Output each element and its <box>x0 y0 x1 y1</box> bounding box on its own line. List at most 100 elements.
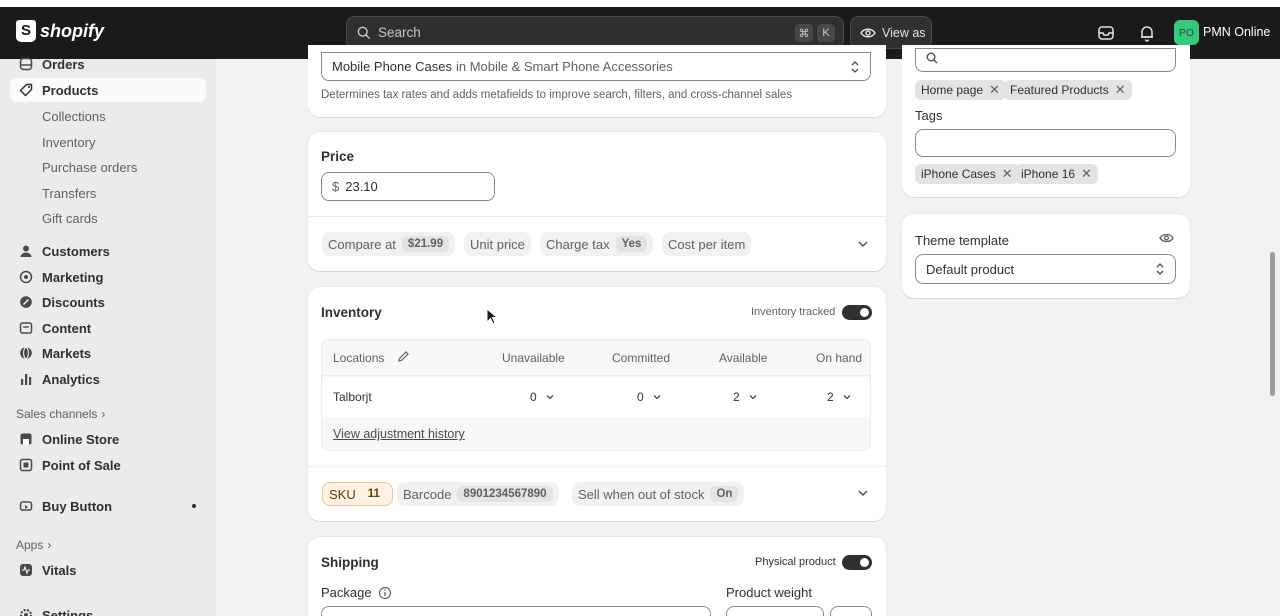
product-weight-label: Product weight <box>726 585 812 600</box>
view-adjustment-history-link[interactable]: View adjustment history <box>333 427 465 441</box>
price-card: Price $ 23.10 Compare at $21.99 Unit pri… <box>308 132 886 271</box>
sidebar-item-discounts[interactable]: Discounts <box>10 290 206 314</box>
person-icon <box>18 243 34 259</box>
charge-tax-chip[interactable]: Charge tax Yes <box>540 232 654 256</box>
cost-per-item-chip[interactable]: Cost per item <box>662 232 752 256</box>
on-hand-dropdown[interactable]: 2 <box>827 390 852 404</box>
brand-name: shopify <box>40 20 105 41</box>
unpinned-dot <box>192 504 196 508</box>
sidebar-item-online-store[interactable]: Online Store <box>10 427 206 451</box>
sidebar-item-point-of-sale[interactable]: Point of Sale <box>10 453 206 477</box>
shipping-card: Shipping Physical product Package Produc… <box>308 537 886 616</box>
barcode-chip[interactable]: Barcode 8901234567890 <box>397 482 559 506</box>
unit-price-label: Unit price <box>470 236 525 252</box>
price-input[interactable]: $ 23.10 <box>321 172 495 201</box>
chevron-down-icon <box>546 395 554 400</box>
sidebar-item-customers[interactable]: Customers <box>10 239 206 263</box>
remove-icon[interactable]: ✕ <box>1002 166 1013 182</box>
sidebar-item-label: Customers <box>42 243 110 259</box>
cost-per-item-label: Cost per item <box>668 236 746 252</box>
collections-search-input[interactable] <box>915 48 1176 72</box>
sidebar-sub-inventory[interactable]: Inventory <box>42 135 95 150</box>
inventory-table: Locations Unavailable Committed Availabl… <box>321 339 871 451</box>
package-select[interactable] <box>321 606 711 616</box>
eye-icon <box>860 28 876 37</box>
theme-template-label: Theme template <box>915 233 1009 248</box>
compare-at-label: Compare at <box>328 236 396 252</box>
sidebar-item-buy-button[interactable]: Buy Button <box>10 494 206 518</box>
sidebar-sub-purchase-orders[interactable]: Purchase orders <box>42 160 137 175</box>
sidebar-item-label: Online Store <box>42 431 120 447</box>
committed-dropdown[interactable]: 0 <box>637 390 662 404</box>
available-value: 2 <box>733 390 740 404</box>
search-icon <box>926 52 938 64</box>
sidebar-item-vitals[interactable]: Vitals <box>10 558 206 582</box>
sidebar-item-products[interactable]: Products <box>10 78 206 102</box>
sidebar-sub-collections[interactable]: Collections <box>42 109 106 124</box>
target-icon <box>18 269 34 285</box>
weight-input[interactable] <box>726 606 824 616</box>
category-card: Mobile Phone Cases in Mobile & Smart Pho… <box>308 45 886 117</box>
category-select[interactable]: Mobile Phone Cases in Mobile & Smart Pho… <box>321 52 871 81</box>
weight-unit-select[interactable] <box>830 606 872 616</box>
shopify-logo[interactable]: shopify <box>16 20 104 42</box>
col-committed: Committed <box>612 351 671 365</box>
sidebar-item-orders[interactable]: Orders <box>10 52 206 76</box>
sidebar-item-marketing[interactable]: Marketing <box>10 265 206 289</box>
shipping-title: Shipping <box>321 555 379 570</box>
sidebar-item-settings[interactable]: Settings <box>10 603 206 616</box>
store-name[interactable]: PMN Online <box>1203 25 1270 39</box>
eye-icon[interactable] <box>1159 232 1174 244</box>
sales-channels-section[interactable]: Sales channels › <box>16 407 105 421</box>
remove-icon[interactable]: ✕ <box>1081 166 1092 182</box>
on-hand-value: 2 <box>827 390 834 404</box>
product-tag-label: iPhone Cases <box>921 167 996 181</box>
package-label-row: Package <box>321 585 392 600</box>
sidebar-sub-gift-cards[interactable]: Gift cards <box>42 211 98 226</box>
available-dropdown[interactable]: 2 <box>733 390 758 404</box>
barcode-value: 8901234567890 <box>457 486 553 502</box>
price-divider <box>308 216 886 217</box>
sell-out-of-stock-value: On <box>710 486 739 502</box>
tags-input[interactable] <box>915 129 1176 157</box>
committed-value: 0 <box>637 390 644 404</box>
chevron-down-icon <box>749 395 757 400</box>
sidebar-item-content[interactable]: Content <box>10 316 206 340</box>
inventory-card: Inventory Inventory tracked Locations Un… <box>308 287 886 521</box>
inventory-tracked-toggle[interactable] <box>842 305 872 320</box>
sidebar-item-analytics[interactable]: Analytics <box>10 367 206 391</box>
chevron-up-down-icon <box>851 60 859 73</box>
remove-icon[interactable]: ✕ <box>1115 82 1126 98</box>
chevron-down-icon[interactable] <box>857 238 869 250</box>
bell-icon[interactable] <box>1138 24 1156 42</box>
inventory-tracked-label: Inventory tracked <box>751 306 836 318</box>
tags-label: Tags <box>915 108 943 123</box>
view-as-label: View as <box>882 25 926 40</box>
pencil-icon[interactable] <box>397 350 410 363</box>
unavailable-dropdown[interactable]: 0 <box>530 390 555 404</box>
sku-label: SKU <box>329 486 356 502</box>
physical-product-toggle[interactable] <box>842 555 872 570</box>
sku-chip[interactable]: SKU 11 <box>322 482 393 506</box>
charge-tax-label: Charge tax <box>546 236 610 252</box>
chevron-down-icon[interactable] <box>857 487 869 499</box>
scrollbar-thumb[interactable] <box>1270 252 1275 396</box>
unit-price-chip[interactable]: Unit price <box>464 232 531 256</box>
remove-icon[interactable]: ✕ <box>989 82 1000 98</box>
sidebar-sub-transfers[interactable]: Transfers <box>42 186 96 201</box>
sell-out-of-stock-label: Sell when out of stock <box>578 486 705 502</box>
inbox-icon[interactable] <box>1097 24 1115 42</box>
theme-template-select[interactable]: Default product <box>915 254 1176 284</box>
store-icon <box>18 431 34 447</box>
apps-label: Apps <box>16 538 44 552</box>
sidebar-item-markets[interactable]: Markets <box>10 341 206 365</box>
content-icon <box>18 320 34 336</box>
chevron-right-icon: › <box>47 538 52 552</box>
col-available: Available <box>719 351 768 365</box>
compare-at-chip[interactable]: Compare at $21.99 <box>322 232 456 256</box>
chevron-down-icon <box>843 395 851 400</box>
apps-section[interactable]: Apps › <box>16 538 51 552</box>
avatar[interactable]: PO <box>1174 20 1199 45</box>
info-icon[interactable] <box>378 586 392 600</box>
sell-out-of-stock-chip[interactable]: Sell when out of stock On <box>572 482 745 506</box>
